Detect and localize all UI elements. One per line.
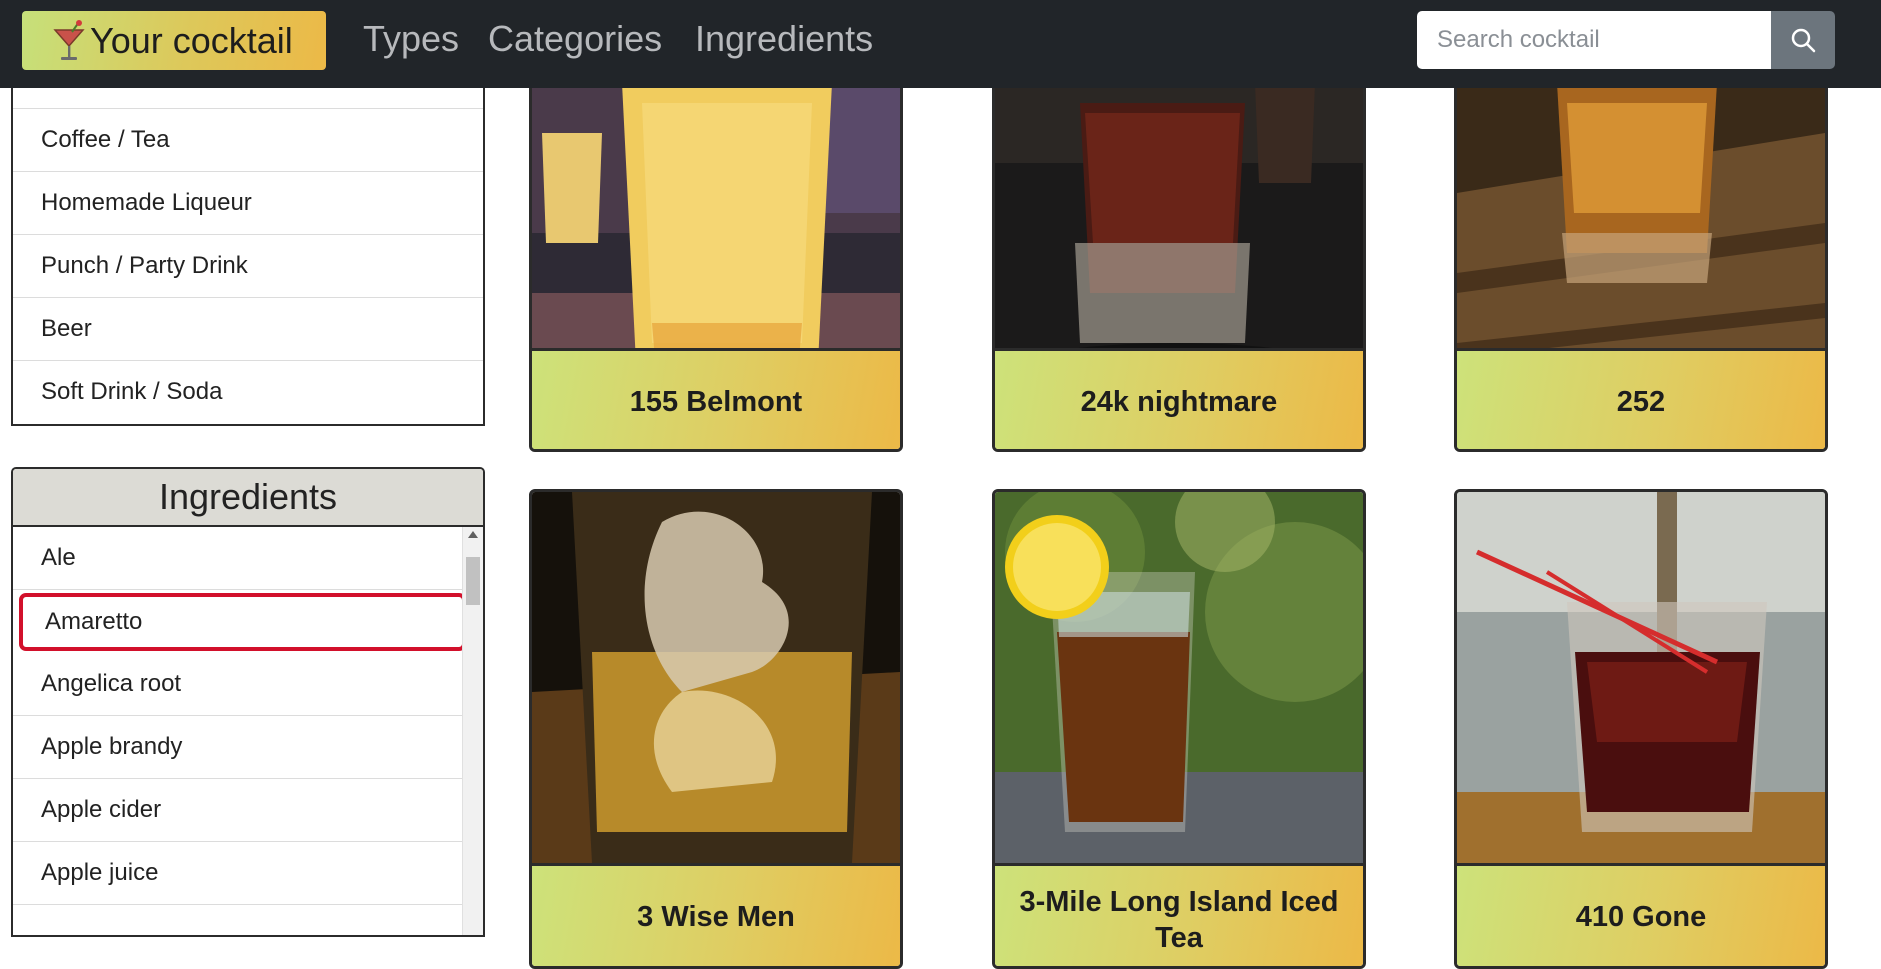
nav-ingredients-link[interactable]: Ingredients (695, 18, 873, 60)
cocktail-name: 155 Belmont (532, 348, 900, 449)
ingredient-item-next[interactable] (13, 905, 462, 935)
category-item[interactable]: Coffee / Tea (13, 108, 483, 171)
cocktail-name: 410 Gone (1457, 863, 1825, 966)
ingredient-item-amaretto-selected[interactable]: Amaretto (19, 593, 466, 651)
ingredients-title: Ingredients (13, 469, 483, 527)
nav-types-link[interactable]: Types (363, 18, 459, 60)
cocktail-card[interactable]: 3 Wise Men (529, 489, 903, 969)
brand-home-link[interactable]: Your cocktail (22, 11, 326, 70)
ingredients-scrollbar[interactable] (462, 527, 483, 935)
cocktail-photo (995, 492, 1363, 863)
cocktail-photo (1457, 492, 1825, 863)
cocktail-glass-icon (53, 19, 85, 60)
cocktail-name: 3 Wise Men (532, 863, 900, 966)
category-item[interactable]: Soft Drink / Soda (13, 360, 483, 423)
categories-panel: Coffee / Tea Homemade Liqueur Punch / Pa… (11, 60, 485, 426)
search-button[interactable] (1771, 11, 1835, 69)
ingredient-item-apple-brandy[interactable]: Apple brandy (13, 716, 462, 779)
cocktail-name: 3-Mile Long Island Iced Tea (995, 863, 1363, 966)
ingredients-panel: Ingredients Ale Amaretto Angelica root A… (11, 467, 485, 937)
cocktail-name: 252 (1457, 348, 1825, 449)
scrollbar-thumb[interactable] (466, 557, 480, 605)
cocktail-card[interactable]: 3-Mile Long Island Iced Tea (992, 489, 1366, 969)
ingredient-item-ale[interactable]: Ale (13, 527, 462, 590)
top-navbar: Your cocktail Types Categories Ingredien… (0, 0, 1881, 88)
cocktail-card[interactable]: 24k nightmare (992, 40, 1366, 452)
cocktail-name: 24k nightmare (995, 348, 1363, 449)
category-item[interactable]: Punch / Party Drink (13, 234, 483, 297)
cocktail-photo (532, 492, 900, 863)
cocktail-card[interactable]: 410 Gone (1454, 489, 1828, 969)
ingredient-item-apple-juice[interactable]: Apple juice (13, 842, 462, 905)
brand-label: Your cocktail (90, 19, 293, 61)
category-item[interactable]: Beer (13, 297, 483, 360)
search-input[interactable] (1417, 11, 1771, 69)
search-icon (1791, 28, 1816, 53)
ingredient-item-apple-cider[interactable]: Apple cider (13, 779, 462, 842)
category-item[interactable]: Homemade Liqueur (13, 171, 483, 234)
nav-categories-link[interactable]: Categories (488, 18, 662, 60)
scroll-up-arrow-icon[interactable] (468, 531, 478, 538)
cocktail-card[interactable]: 155 Belmont (529, 40, 903, 452)
ingredient-item-angelica-root[interactable]: Angelica root (13, 653, 462, 716)
cocktail-card[interactable]: 252 (1454, 40, 1828, 452)
